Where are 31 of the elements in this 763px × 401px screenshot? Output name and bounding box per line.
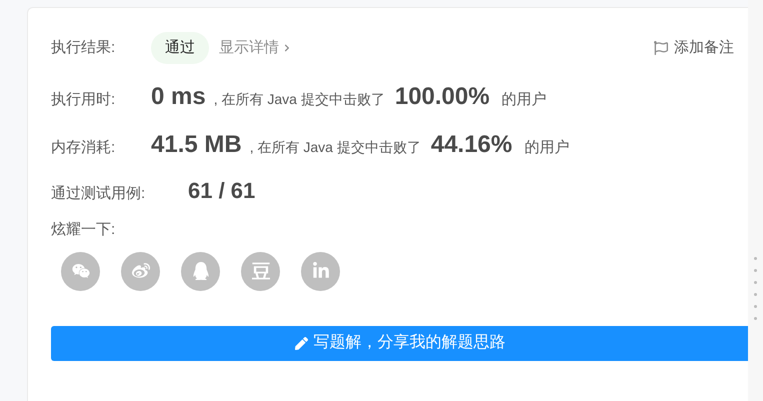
in-letters-icon xyxy=(312,262,330,280)
add-note-button[interactable]: 添加备注 xyxy=(654,36,734,60)
chevron-icon xyxy=(283,44,291,52)
stat-label: 执行用时: xyxy=(51,90,116,110)
share-button[interactable] xyxy=(301,252,340,290)
stat-value: 0 ms xyxy=(151,82,206,112)
flag-icon xyxy=(654,41,668,55)
share-button[interactable] xyxy=(61,252,100,290)
stat-label: 内存消耗: xyxy=(51,138,116,158)
stat-percent: 100.00% xyxy=(394,82,490,112)
test-cases-label: 通过测试用例: xyxy=(51,184,146,204)
status-badge: 通过 xyxy=(151,32,209,64)
result-label: 执行结果: xyxy=(51,38,116,58)
stat-percent: 44.16% xyxy=(430,130,512,160)
write-solution-button[interactable]: 写题解，分享我的解题思路 xyxy=(51,326,749,360)
share-button[interactable] xyxy=(241,252,280,290)
chat-bubbles-icon xyxy=(72,262,90,280)
pencil-icon xyxy=(294,336,308,350)
share-label: 炫耀一下: xyxy=(51,220,116,240)
stat-text: , 在所有 Java 提交中击败了 xyxy=(214,90,385,109)
bean-glyph-icon xyxy=(252,262,270,280)
stat-value: 41.5 MB xyxy=(151,130,242,160)
penguin-icon xyxy=(192,262,210,280)
share-button[interactable] xyxy=(121,252,160,290)
stat-suffix: 的用户 xyxy=(524,138,570,158)
stat-suffix: 的用户 xyxy=(502,90,547,110)
share-button[interactable] xyxy=(181,252,220,290)
test-cases-value: 61 / 61 xyxy=(188,177,256,205)
show-details-link[interactable]: 显示详情 xyxy=(219,36,291,60)
stat-text: , 在所有 Java 提交中击败了 xyxy=(250,138,421,157)
swirl-eye-icon xyxy=(132,262,150,280)
